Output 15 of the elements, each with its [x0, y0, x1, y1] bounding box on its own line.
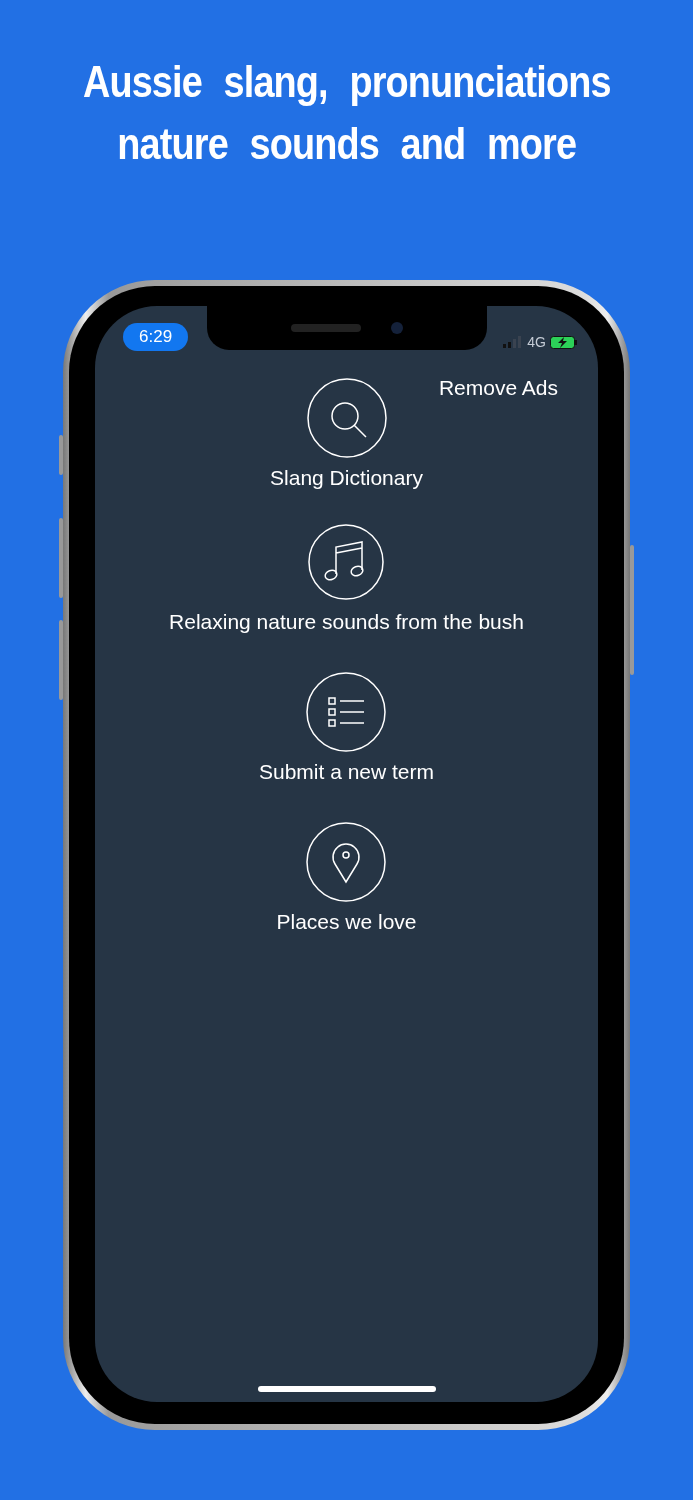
search-icon[interactable] [306, 378, 387, 458]
headline: Aussie slang, pronunciations [82, 56, 611, 108]
menu-label[interactable]: Relaxing nature sounds from the bush [169, 610, 524, 634]
menu-label[interactable]: Slang Dictionary [270, 466, 423, 490]
signal-icon [503, 336, 524, 348]
list-icon[interactable] [306, 672, 387, 752]
remove-ads-button[interactable]: Remove Ads [438, 376, 558, 400]
battery-icon [550, 335, 578, 349]
status-time: 6:29 [123, 323, 189, 351]
music-note-icon[interactable] [306, 522, 387, 602]
network-label: 4G [527, 334, 546, 350]
headline: nature sounds and more [117, 118, 576, 170]
menu-label[interactable]: Submit a new term [258, 760, 435, 784]
location-pin-icon[interactable] [306, 822, 387, 902]
menu-label[interactable]: Places we love [276, 910, 417, 934]
